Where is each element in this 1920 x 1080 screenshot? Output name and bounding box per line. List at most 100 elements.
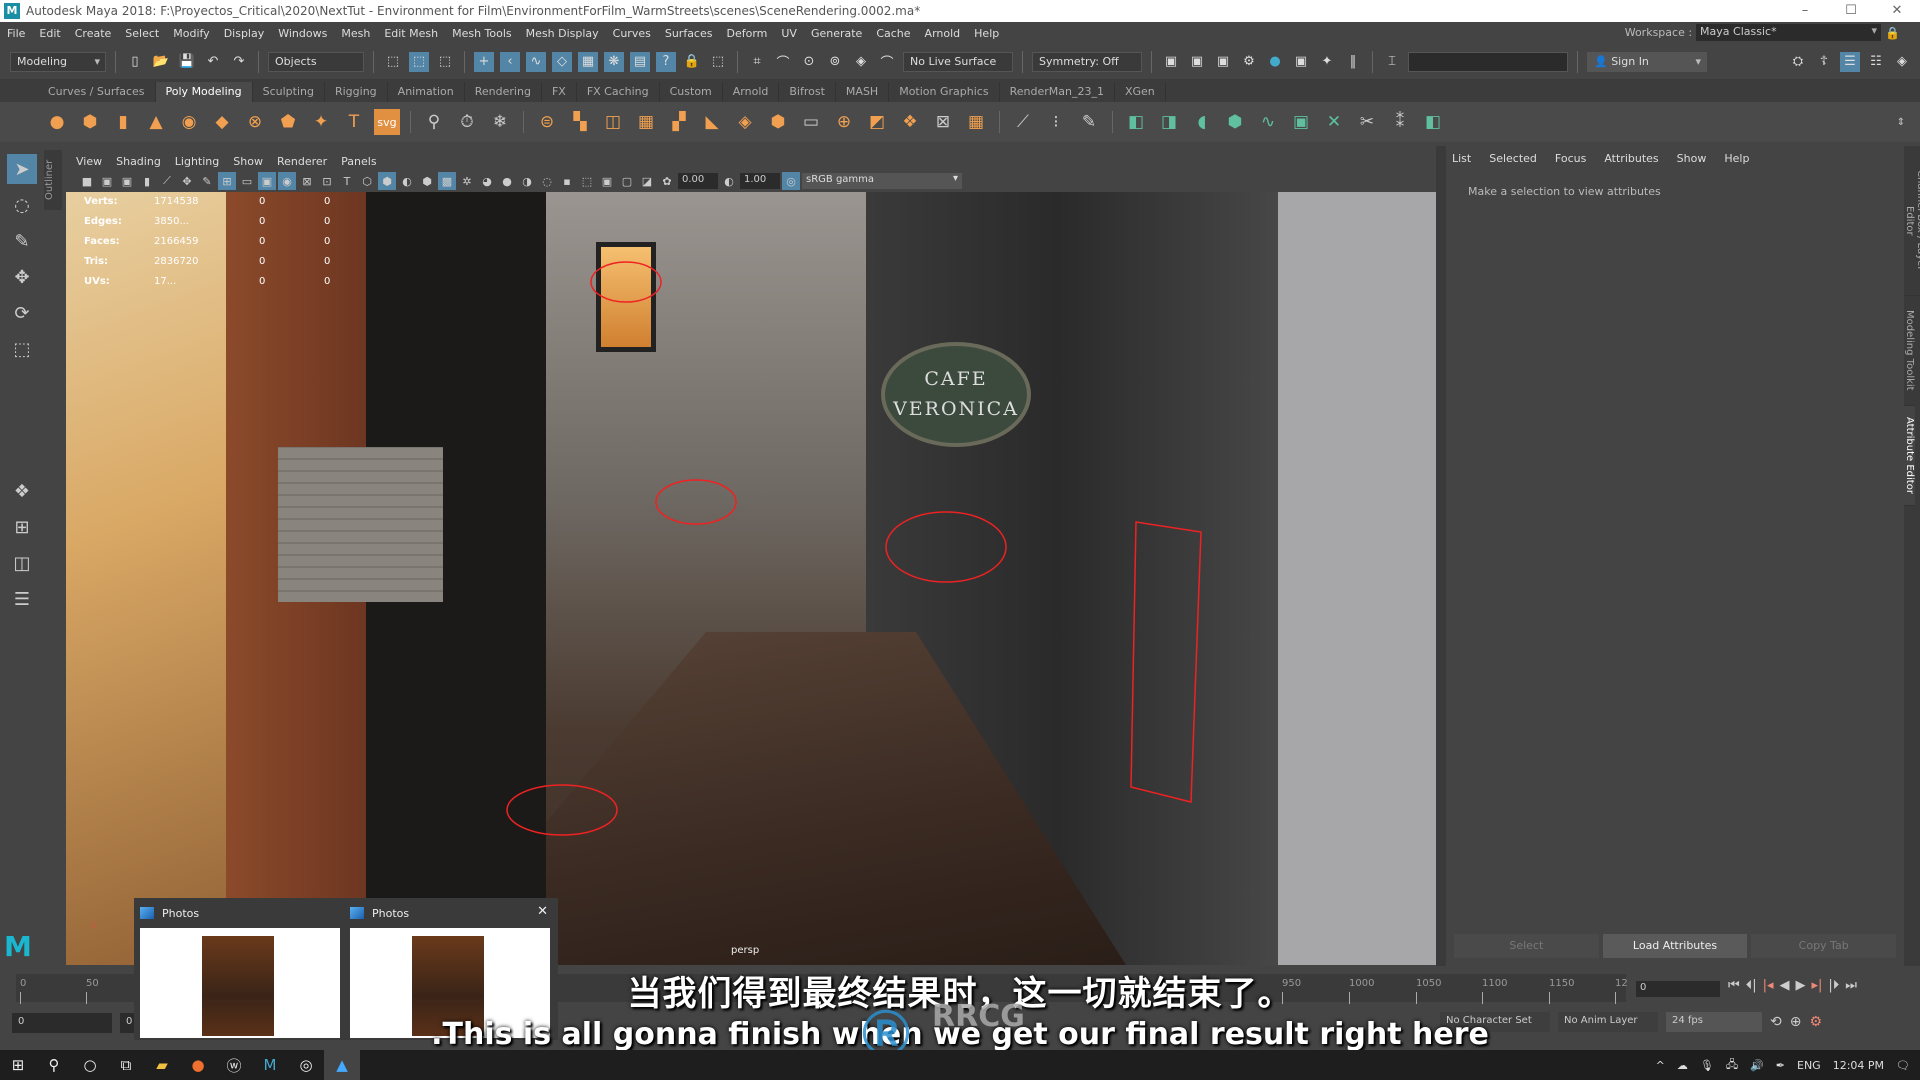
viewport-menu-lighting[interactable]: Lighting [175, 155, 219, 168]
pencil-icon[interactable]: ✎ [198, 172, 216, 190]
target-weld-icon[interactable]: ⟋ [1010, 109, 1036, 135]
tab-attribute-editor[interactable]: Attribute Editor [1904, 406, 1915, 506]
shelf-scroll-icon[interactable]: ⇕ [1888, 109, 1914, 135]
menu-mesh-display[interactable]: Mesh Display [519, 27, 606, 40]
undo-icon[interactable]: ↶ [203, 52, 223, 72]
copy-tab-button[interactable]: Copy Tab [1751, 934, 1897, 958]
move-tool-icon[interactable]: ✥ [7, 262, 37, 292]
new-scene-icon[interactable]: ▯ [125, 52, 145, 72]
smooth-icon[interactable]: ▦ [633, 109, 659, 135]
menu-curves[interactable]: Curves [606, 27, 658, 40]
ae-menu-selected[interactable]: Selected [1489, 152, 1537, 165]
smooth-shade-icon[interactable]: ⬢ [378, 172, 396, 190]
uv-cut-icon[interactable]: ✂ [1354, 109, 1380, 135]
shelf-tab-mash[interactable]: MASH [836, 82, 890, 102]
motion-blur-icon[interactable]: ◑ [518, 172, 536, 190]
uv-cylindrical-icon[interactable]: ◨ [1156, 109, 1182, 135]
super-shape-icon[interactable]: ✦ [308, 109, 334, 135]
modeling-toolkit-icon[interactable]: ⛭ [1788, 52, 1808, 72]
shelf-tab-animation[interactable]: Animation [388, 82, 465, 102]
poly-disc-icon[interactable]: ⊗ [242, 109, 268, 135]
gate-mask-icon[interactable]: ◉ [278, 172, 296, 190]
menu-set-dropdown[interactable]: Modeling [10, 51, 106, 72]
uv-unfold-icon[interactable]: ∿ [1255, 109, 1281, 135]
shelf-tab-fx-caching[interactable]: FX Caching [577, 82, 660, 102]
preview-close-icon[interactable]: ✕ [537, 904, 548, 919]
input-line-icon[interactable]: ⌶ [1382, 52, 1402, 72]
render-settings-icon[interactable]: ⚙ [1239, 52, 1259, 72]
menu-generate[interactable]: Generate [804, 27, 869, 40]
volume-icon[interactable]: 🔊 [1750, 1059, 1764, 1072]
snap-point-icon[interactable]: ⊙ [799, 52, 819, 72]
photos-taskbar-icon[interactable]: ▲ [324, 1050, 360, 1080]
viewport-persp[interactable]: CAFE VERONICA [66, 192, 1436, 965]
tray-chevron-icon[interactable]: ^ [1656, 1059, 1665, 1072]
camera-attributes-icon[interactable]: ▣ [98, 172, 116, 190]
clock[interactable]: 12:04 PM [1833, 1059, 1884, 1072]
menu-mesh[interactable]: Mesh [334, 27, 377, 40]
hypershade-icon[interactable]: ● [1265, 52, 1285, 72]
menu-help[interactable]: Help [967, 27, 1006, 40]
menu-uv[interactable]: UV [774, 27, 804, 40]
shelf-tab-poly-modeling[interactable]: Poly Modeling [155, 82, 253, 102]
ae-menu-list[interactable]: List [1452, 152, 1471, 165]
live-surface-field[interactable]: No Live Surface [903, 51, 1013, 72]
maya-taskbar-icon[interactable]: M [252, 1050, 288, 1080]
poly-cone-icon[interactable]: ▲ [143, 109, 169, 135]
paint-select-tool-icon[interactable]: ✎ [7, 226, 37, 256]
obs-icon[interactable]: ◎ [288, 1050, 324, 1080]
highlight-selection-icon[interactable]: ⬚ [708, 52, 728, 72]
lock-icon[interactable]: 🔒 [1885, 26, 1900, 40]
bool-icon[interactable]: ◩ [864, 109, 890, 135]
gamma-icon[interactable]: ◐ [720, 172, 738, 190]
viewport-menu-renderer[interactable]: Renderer [277, 155, 327, 168]
lasso-tool-icon[interactable]: ◌ [7, 190, 37, 220]
close-button[interactable]: ✕ [1874, 0, 1920, 22]
tool-settings-icon[interactable]: ☷ [1866, 52, 1886, 72]
menu-file[interactable]: File [0, 27, 32, 40]
combine-icon[interactable]: ⊜ [534, 109, 560, 135]
menu-create[interactable]: Create [68, 27, 119, 40]
grid-toggle-icon[interactable]: ⊞ [218, 172, 236, 190]
shadows-icon[interactable]: ◕ [478, 172, 496, 190]
select-hierarchy-icon[interactable]: ⬚ [383, 52, 403, 72]
field-chart-icon[interactable]: ⊠ [298, 172, 316, 190]
firefox-icon[interactable]: ● [180, 1050, 216, 1080]
grease-pencil-icon[interactable]: ✥ [178, 172, 196, 190]
2d-pan-zoom-icon[interactable]: ⟋ [158, 172, 176, 190]
platonic-solid-icon[interactable]: ⬟ [275, 109, 301, 135]
menu-cache[interactable]: Cache [869, 27, 917, 40]
extrude-icon[interactable]: ⬢ [765, 109, 791, 135]
select-camera-icon[interactable]: ■ [78, 172, 96, 190]
ae-menu-show[interactable]: Show [1677, 152, 1707, 165]
snap-handles-icon[interactable]: + [474, 51, 494, 72]
snap-curve-icon[interactable]: ⌒ [773, 52, 793, 72]
xray-joints-icon[interactable]: ▢ [618, 172, 636, 190]
shelf-tab-arnold[interactable]: Arnold [723, 82, 780, 102]
viewport-menu-panels[interactable]: Panels [341, 155, 376, 168]
snap-projected-center-icon[interactable]: ⊚ [825, 52, 845, 72]
shelf-tab-renderman[interactable]: RenderMan_23_1 [1000, 82, 1115, 102]
attribute-editor-toggle-icon[interactable]: ☰ [1840, 51, 1860, 72]
render-view-icon[interactable]: ▣ [1291, 52, 1311, 72]
shelf-tab-xgen[interactable]: XGen [1115, 82, 1166, 102]
tab-modeling-toolkit[interactable]: Modeling Toolkit [1904, 296, 1915, 406]
menu-arnold[interactable]: Arnold [918, 27, 968, 40]
make-live-icon[interactable]: ⌒ [877, 52, 897, 72]
workspace-dropdown[interactable]: Maya Classic* [1696, 24, 1882, 41]
ae-menu-focus[interactable]: Focus [1555, 152, 1586, 165]
ae-select-button[interactable]: Select [1454, 934, 1599, 958]
uv-sew-icon[interactable]: ✕ [1321, 109, 1347, 135]
snap-joints-icon[interactable]: ‹ [500, 51, 520, 72]
app-w-icon[interactable]: ⓦ [216, 1050, 252, 1080]
antialiasing-icon[interactable]: ◌ [538, 172, 556, 190]
uv-layout-icon[interactable]: ◧ [1420, 109, 1446, 135]
shelf-tab-rendering[interactable]: Rendering [465, 82, 542, 102]
viewport-menu-view[interactable]: View [76, 155, 102, 168]
menu-display[interactable]: Display [217, 27, 272, 40]
pen-icon[interactable]: ✒ [1776, 1059, 1785, 1072]
snap-curves-icon[interactable]: ∿ [526, 51, 546, 72]
four-view-layout-icon[interactable]: ⊞ [7, 512, 37, 542]
load-attributes-button[interactable]: Load Attributes [1602, 934, 1748, 958]
exposure-field[interactable]: 0.00 [678, 173, 718, 189]
